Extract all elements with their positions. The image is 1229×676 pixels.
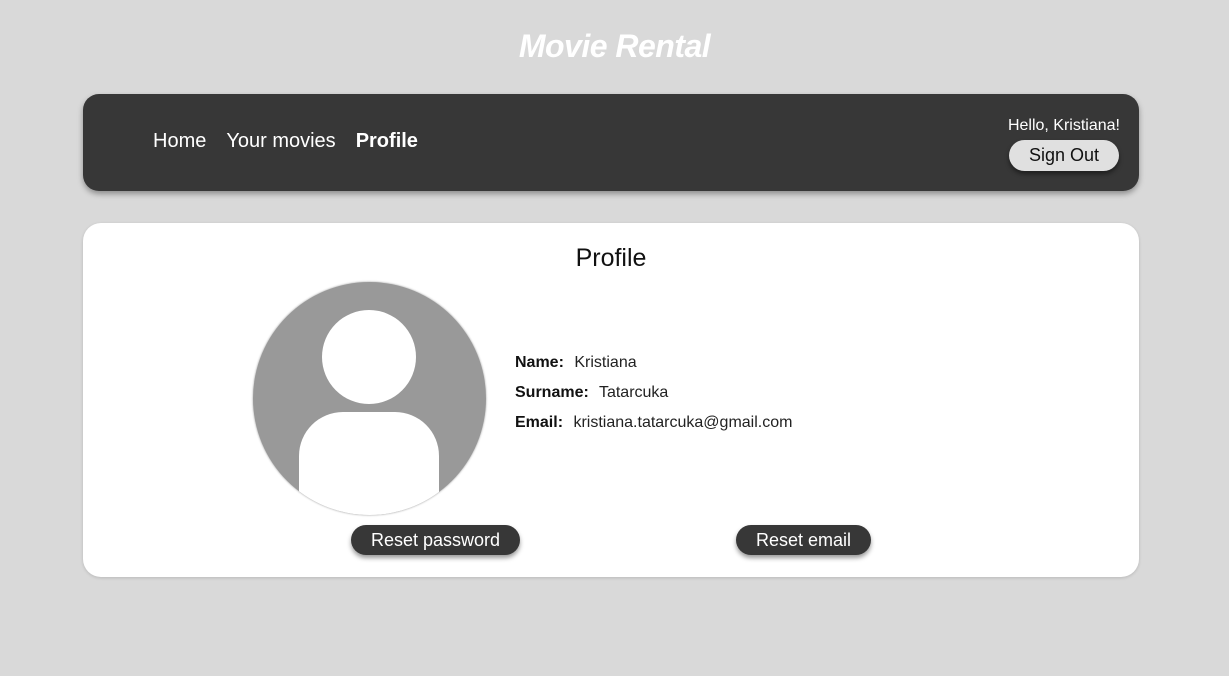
sign-out-button[interactable]: Sign Out <box>1008 140 1119 171</box>
navbar: Home Your movies Profile Hello, Kristian… <box>83 94 1139 191</box>
name-value: Kristiana <box>574 354 637 371</box>
nav-link-your-movies[interactable]: Your movies <box>226 130 335 153</box>
profile-info: Name: Kristiana Surname: Tatarcuka Email… <box>515 354 792 444</box>
profile-card: Profile Name: Kristiana Surname: Tatarcu… <box>83 223 1139 577</box>
surname-label: Surname: <box>515 384 589 401</box>
email-label: Email: <box>515 414 564 431</box>
nav-links: Home Your movies Profile <box>153 130 418 153</box>
nav-link-profile[interactable]: Profile <box>356 130 418 153</box>
reset-password-button[interactable]: Reset password <box>351 525 520 555</box>
name-label: Name: <box>515 354 564 371</box>
name-row: Name: Kristiana <box>515 354 792 384</box>
nav-link-home[interactable]: Home <box>153 130 206 153</box>
avatar-body <box>299 412 439 515</box>
site-title: Movie Rental <box>518 28 711 64</box>
user-greeting: Hello, Kristiana! <box>1007 117 1120 134</box>
email-value: kristiana.tatarcuka@gmail.com <box>573 414 793 431</box>
surname-row: Surname: Tatarcuka <box>515 384 792 414</box>
avatar-head <box>322 310 416 404</box>
user-area: Hello, Kristiana! Sign Out <box>1008 117 1120 171</box>
email-row: Email: kristiana.tatarcuka@gmail.com <box>515 414 792 444</box>
reset-email-button[interactable]: Reset email <box>736 525 871 555</box>
surname-value: Tatarcuka <box>598 384 669 401</box>
default-user-avatar-icon <box>253 282 486 515</box>
profile-heading: Profile <box>575 244 647 272</box>
